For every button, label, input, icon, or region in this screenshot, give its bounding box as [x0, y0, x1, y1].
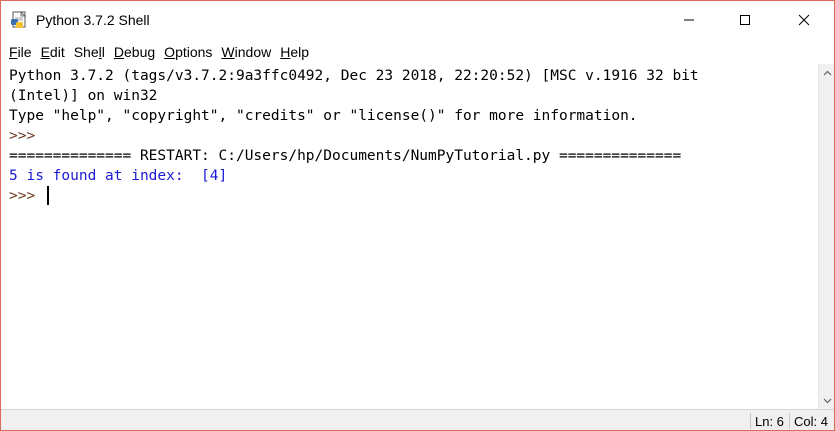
python-idle-icon[interactable]	[10, 10, 30, 30]
menu-options-accel: O	[164, 44, 176, 60]
menu-edit-label: dit	[49, 44, 65, 60]
menu-window-label: indow	[234, 44, 272, 60]
menu-debug[interactable]: Debug	[111, 42, 158, 62]
menu-shell[interactable]: Shell	[71, 42, 108, 62]
idle-shell-window: Python 3.7.2 Shell File Edit Shell Debug…	[0, 0, 835, 431]
text-cursor	[47, 186, 49, 205]
status-divider	[789, 413, 790, 429]
menu-options[interactable]: Options	[161, 42, 215, 62]
menu-help[interactable]: Help	[277, 42, 312, 62]
scroll-down-button[interactable]	[819, 392, 834, 409]
shell-banner-line-2: (Intel)] on win32	[9, 88, 158, 104]
menu-help-label: elp	[290, 44, 310, 60]
maximize-button[interactable]	[722, 1, 768, 39]
menu-help-accel: H	[280, 44, 291, 60]
menu-file-label: ile	[17, 44, 32, 60]
shell-active-prompt: >>>	[9, 188, 44, 204]
title-bar[interactable]: Python 3.7.2 Shell	[1, 1, 834, 39]
menu-edit-accel: E	[40, 44, 50, 60]
menu-shell-label-pre: She	[73, 44, 99, 60]
scroll-up-button[interactable]	[819, 64, 834, 81]
line-number-indicator: Ln: 6	[755, 414, 784, 429]
shell-restart-line: ============== RESTART: C:/Users/hp/Docu…	[9, 148, 682, 164]
menu-options-label: ptions	[175, 44, 213, 60]
chevron-down-icon	[823, 398, 832, 403]
close-icon	[798, 14, 810, 26]
menu-bar: File Edit Shell Debug Options Window Hel…	[1, 41, 834, 63]
column-number-indicator: Col: 4	[794, 414, 828, 429]
menu-debug-accel: D	[113, 44, 125, 60]
maximize-icon	[740, 15, 750, 25]
menu-file-accel: F	[9, 44, 18, 60]
close-button[interactable]	[781, 1, 827, 39]
menu-window-accel: W	[221, 44, 235, 60]
minimize-button[interactable]	[666, 1, 712, 39]
menu-edit[interactable]: Edit	[38, 42, 68, 62]
menu-window[interactable]: Window	[218, 42, 274, 62]
shell-output-line: 5 is found at index: [4]	[9, 168, 228, 184]
menu-debug-label: ebug	[124, 44, 156, 60]
shell-banner-line-1: Python 3.7.2 (tags/v3.7.2:9a3ffc0492, De…	[9, 68, 699, 84]
shell-prompt: >>>	[9, 128, 44, 144]
vertical-scrollbar[interactable]	[818, 64, 834, 409]
status-divider	[750, 413, 751, 429]
status-bar: Ln: 6 Col: 4	[1, 409, 834, 430]
window-title: Python 3.7.2 Shell	[36, 12, 150, 28]
shell-text-area[interactable]: Python 3.7.2 (tags/v3.7.2:9a3ffc0492, De…	[1, 64, 818, 409]
chevron-up-icon	[823, 70, 832, 75]
menu-file[interactable]: File	[6, 42, 35, 62]
minimize-icon	[684, 19, 694, 21]
menu-shell-label: l	[101, 44, 105, 60]
shell-banner-line-3: Type "help", "copyright", "credits" or "…	[9, 108, 638, 124]
